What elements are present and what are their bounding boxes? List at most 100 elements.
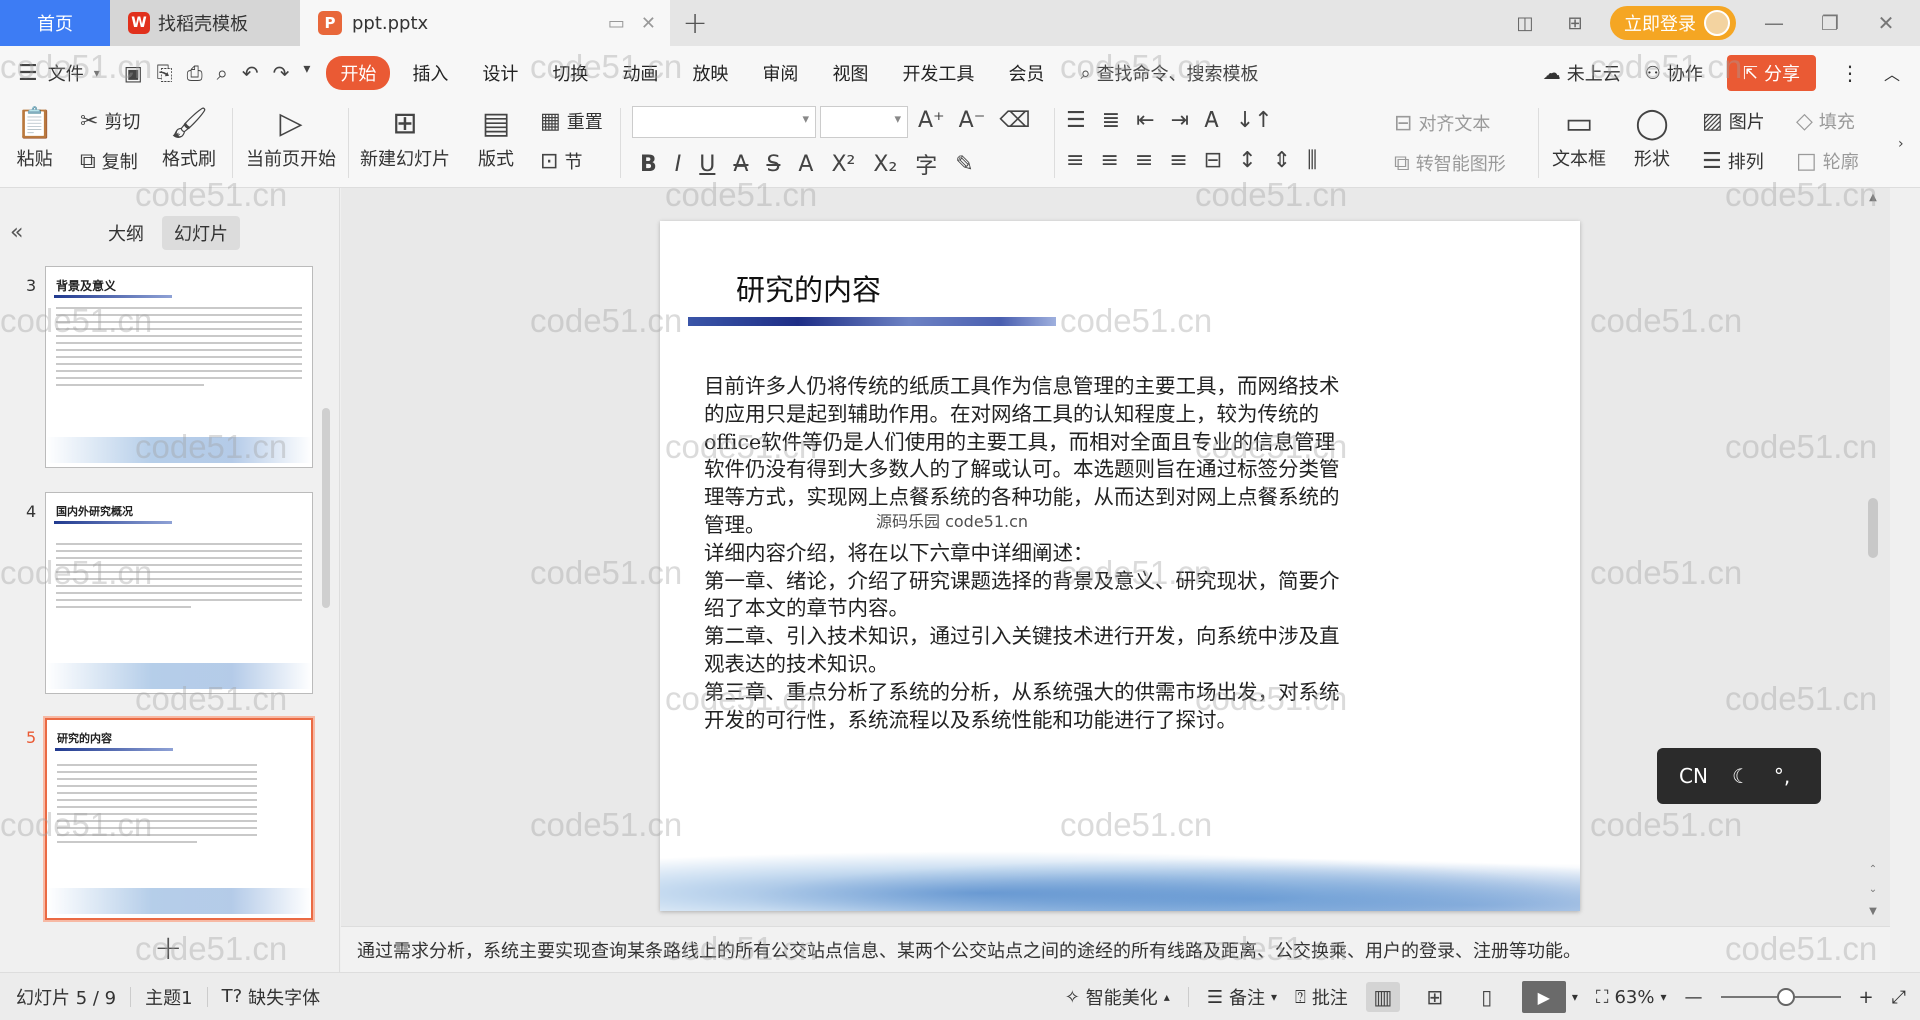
restore-icon[interactable]: ❐	[1812, 11, 1848, 35]
zoom-slider[interactable]	[1720, 988, 1841, 1006]
textbox-button[interactable]: ▭ 文本框	[1552, 106, 1606, 171]
print-preview-icon[interactable]: ⌕	[217, 61, 228, 85]
reading-view-icon[interactable]: ▯	[1470, 982, 1504, 1012]
clear-format-icon[interactable]: ⌫	[999, 108, 1030, 133]
subscript-icon[interactable]: X₂	[873, 152, 897, 177]
save-icon[interactable]: ▣	[124, 61, 143, 85]
fill-button[interactable]: ◇ 填充	[1796, 108, 1855, 134]
tab-outline[interactable]: 大纲	[96, 216, 156, 250]
slide-sorter-icon[interactable]: ⊞	[1418, 982, 1452, 1012]
tab-insert[interactable]: 插入	[400, 56, 460, 90]
columns-icon[interactable]: ⫼	[1307, 148, 1317, 173]
chevron-down-icon[interactable]: ▾	[1572, 990, 1578, 1004]
apps-grid-icon[interactable]: ⊞	[1560, 11, 1590, 35]
paste-button[interactable]: 📋 粘贴	[16, 106, 53, 171]
tab-view[interactable]: 视图	[820, 56, 880, 90]
login-button[interactable]: 立即登录	[1610, 6, 1736, 40]
tab-document[interactable]: P ppt.pptx ▭ ✕	[300, 0, 670, 46]
align-left-icon[interactable]: ≡	[1066, 148, 1084, 173]
next-slide-icon[interactable]: ⌄	[1866, 884, 1880, 895]
shrink-font-icon[interactable]: A⁻	[959, 108, 986, 133]
tab-slideshow[interactable]: 放映	[680, 56, 740, 90]
strikethrough-icon[interactable]: S	[766, 152, 780, 177]
notes-toggle-button[interactable]: ☰ 备注 ▾	[1207, 984, 1277, 1010]
scroll-down-icon[interactable]: ▼	[1866, 906, 1880, 917]
underline-icon[interactable]: U	[699, 152, 715, 177]
line-spacing-icon[interactable]: ↕	[1238, 148, 1256, 173]
arrange-button[interactable]: ☰ 排列	[1702, 148, 1764, 174]
superscript-icon[interactable]: X²	[831, 152, 855, 177]
shape-button[interactable]: ◯ 形状	[1634, 106, 1670, 171]
tab-design[interactable]: 设计	[470, 56, 530, 90]
zoom-in-icon[interactable]: +	[1859, 987, 1874, 1008]
cut-button[interactable]: ✂ 剪切	[80, 108, 140, 134]
add-slide-button[interactable]: +	[154, 928, 183, 968]
justify-icon[interactable]: ≡	[1169, 148, 1187, 173]
collapse-panel-icon[interactable]: «	[10, 220, 23, 245]
tab-home-ribbon[interactable]: 开始	[326, 56, 391, 90]
current-slide[interactable]: 研究的内容 目前许多人仍将传统的纸质工具作为信息管理的主要工具，而网络技术的应用…	[660, 221, 1580, 911]
slide-title[interactable]: 研究的内容	[736, 267, 881, 309]
panel-scrollbar[interactable]	[322, 408, 330, 608]
ribbon-scroll-right-icon[interactable]: ›	[1898, 136, 1904, 152]
tab-template-store[interactable]: W 找稻壳模板	[110, 0, 300, 46]
zoom-out-icon[interactable]: —	[1685, 987, 1703, 1008]
italic-icon[interactable]: I	[675, 152, 682, 177]
distribute-icon[interactable]: ⊟	[1204, 148, 1222, 173]
copy-button[interactable]: ⧉ 复制	[80, 148, 138, 174]
share-button[interactable]: ⇱ 分享	[1726, 55, 1816, 91]
align-right-icon[interactable]: ≡	[1135, 148, 1153, 173]
command-search[interactable]: ⌕ 查找命令、搜索模板	[1080, 60, 1258, 86]
numbering-icon[interactable]: ≣	[1102, 108, 1120, 133]
fullscreen-icon[interactable]: ⤢	[1892, 987, 1906, 1008]
slide-thumbnail[interactable]: 背景及意义	[45, 266, 313, 468]
sort-icon[interactable]: ↓↑	[1236, 108, 1273, 133]
text-direction-icon[interactable]: Ꭺ	[1205, 108, 1220, 133]
play-current-button[interactable]: ▷ 当前页开始	[246, 106, 336, 171]
fit-zoom-button[interactable]: ⛶ 63% ▾	[1596, 987, 1667, 1008]
theme-name[interactable]: 主题1	[145, 984, 192, 1010]
collapse-ribbon-icon[interactable]: ︿	[1884, 61, 1900, 85]
font-size-select[interactable]	[820, 106, 908, 138]
missing-font-button[interactable]: T? 缺失字体	[222, 984, 321, 1010]
increase-indent-icon[interactable]: ⇥	[1171, 108, 1189, 133]
slide-thumbnail[interactable]: 国内外研究概况	[45, 492, 313, 694]
phonetic-icon[interactable]: 字	[915, 148, 937, 180]
normal-view-icon[interactable]: ▥	[1365, 982, 1400, 1012]
smart-shape-button[interactable]: ⧉ 转智能图形	[1394, 150, 1506, 176]
font-color-icon[interactable]: A	[798, 152, 813, 177]
format-painter-button[interactable]: 🖌 格式刷	[162, 106, 216, 171]
bullets-icon[interactable]: ☰	[1066, 108, 1086, 133]
grow-font-icon[interactable]: A⁺	[918, 108, 945, 133]
tab-transitions[interactable]: 切换	[540, 56, 600, 90]
ime-toolbar[interactable]: CN ☾ °,	[1657, 748, 1821, 804]
print-icon[interactable]: ⎙	[187, 61, 203, 85]
comment-button[interactable]: ⍰ 批注	[1295, 984, 1348, 1010]
undo-icon[interactable]: ↶	[242, 61, 259, 85]
monitor-icon[interactable]: ▭	[608, 13, 625, 34]
font-family-select[interactable]	[632, 106, 816, 138]
highlight-icon[interactable]: ✎	[955, 152, 973, 177]
section-button[interactable]: ⊡ 节	[540, 148, 582, 174]
outline-button[interactable]: □ 轮廓	[1796, 148, 1859, 174]
tab-home[interactable]: 首页	[0, 0, 110, 46]
close-tab-icon[interactable]: ✕	[641, 13, 656, 34]
align-center-icon[interactable]: ≡	[1100, 148, 1118, 173]
para-spacing-icon[interactable]: ⇕	[1273, 148, 1291, 173]
export-pdf-icon[interactable]: ⎘	[157, 61, 173, 85]
tab-animations[interactable]: 动画	[610, 56, 670, 90]
more-icon[interactable]: ▾	[303, 61, 310, 85]
picture-button[interactable]: ▨ 图片	[1702, 108, 1765, 134]
decrease-indent-icon[interactable]: ⇤	[1136, 108, 1154, 133]
file-menu[interactable]: ☰ 文件 ▾	[18, 60, 100, 86]
bold-icon[interactable]: B	[640, 152, 657, 177]
minimize-icon[interactable]: —	[1756, 11, 1792, 35]
cloud-status[interactable]: ☁ 未上云	[1543, 60, 1621, 86]
strikethrough-a-icon[interactable]: A	[733, 152, 748, 177]
reset-button[interactable]: ▦ 重置	[540, 108, 603, 134]
slide-thumbnail-selected[interactable]: 研究的内容	[45, 718, 313, 920]
collaborate-button[interactable]: ⚇ 协作	[1645, 60, 1703, 86]
tab-developer[interactable]: 开发工具	[890, 56, 986, 90]
slideshow-play-button[interactable]: ▶	[1521, 981, 1566, 1013]
scroll-up-icon[interactable]: ▲	[1866, 192, 1880, 203]
